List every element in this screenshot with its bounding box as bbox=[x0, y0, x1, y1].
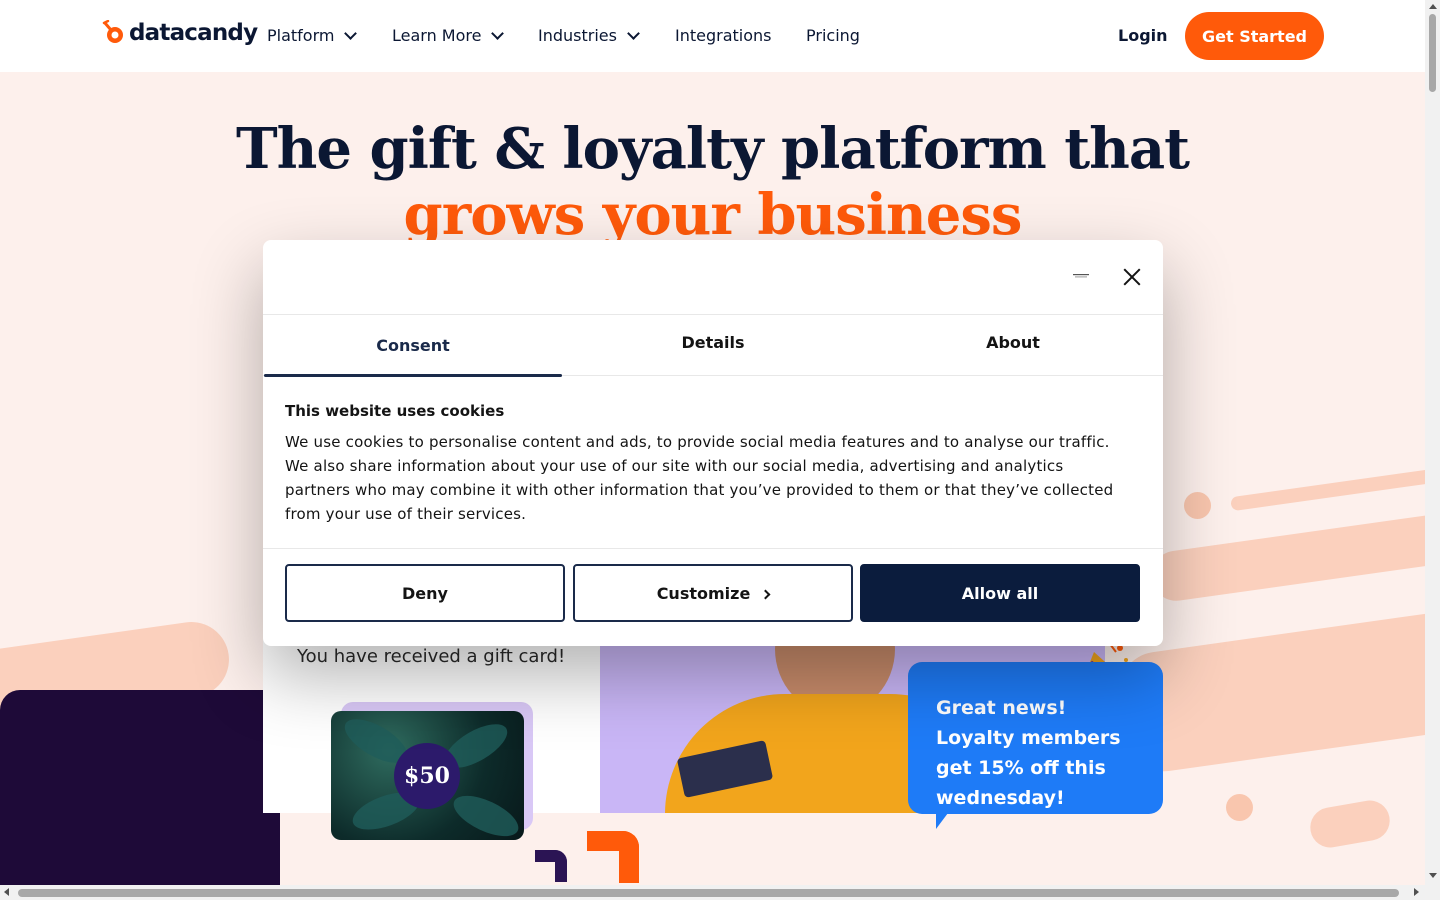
candy-logo-icon bbox=[102, 20, 123, 43]
nav-item-label: Learn More bbox=[392, 26, 482, 45]
brand-name: datacandy bbox=[129, 20, 258, 46]
allow-all-button[interactable]: Allow all bbox=[860, 564, 1140, 622]
nav-item-label: Industries bbox=[538, 26, 617, 45]
tab-label: Consent bbox=[376, 336, 450, 355]
gift-received-text: You have received a gift card! bbox=[297, 646, 566, 667]
vertical-scrollbar[interactable] bbox=[1425, 0, 1440, 885]
active-tab-indicator bbox=[264, 374, 562, 377]
decor-stripe bbox=[1307, 797, 1393, 851]
customize-button-label: Customize bbox=[656, 583, 751, 603]
leaf-shape bbox=[447, 787, 524, 840]
scroll-left-arrow-icon[interactable] bbox=[4, 888, 9, 896]
nav-item-industries[interactable]: Industries bbox=[538, 26, 640, 45]
nav-item-label: Integrations bbox=[675, 26, 772, 45]
loyalty-speech-bubble: Great news! Loyalty members get 15% off … bbox=[908, 662, 1163, 814]
chevron-right-icon bbox=[760, 589, 771, 600]
tab-label: About bbox=[986, 333, 1040, 352]
consent-description: We use cookies to personalise content an… bbox=[285, 433, 1114, 523]
vertical-scroll-thumb[interactable] bbox=[1429, 14, 1436, 92]
decor-stripe bbox=[1148, 509, 1425, 605]
get-started-button[interactable]: Get Started bbox=[1185, 12, 1324, 60]
chevron-down-icon bbox=[344, 26, 358, 40]
hero-title-line-1: The gift & loyalty platform that bbox=[235, 116, 1190, 182]
decor-corner-dark bbox=[535, 850, 567, 882]
horizontal-scroll-thumb[interactable] bbox=[18, 889, 1399, 897]
decor-dot bbox=[1226, 794, 1253, 821]
nav-item-pricing[interactable]: Pricing bbox=[806, 26, 860, 45]
cookiebot-logo-icon bbox=[1073, 274, 1089, 278]
tab-label: Details bbox=[681, 333, 745, 352]
tab-details[interactable]: Details bbox=[563, 315, 863, 376]
login-link[interactable]: Login bbox=[1118, 26, 1168, 45]
decor-stripe bbox=[1230, 466, 1425, 512]
tab-about[interactable]: About bbox=[863, 315, 1163, 376]
scroll-down-arrow-icon[interactable] bbox=[1429, 873, 1437, 878]
nav-item-label: Platform bbox=[267, 26, 335, 45]
deny-button-label: Deny bbox=[402, 583, 448, 603]
gift-amount-badge: $50 bbox=[394, 743, 460, 809]
hero-title-line-2: grows your business bbox=[403, 182, 1023, 248]
consent-title: This website uses cookies bbox=[285, 402, 505, 420]
decor-dot bbox=[1184, 492, 1211, 519]
dialog-divider bbox=[263, 548, 1163, 549]
close-icon[interactable] bbox=[1121, 266, 1143, 288]
chevron-down-icon bbox=[627, 26, 640, 40]
brand-logo[interactable]: datacandy bbox=[101, 20, 258, 46]
decor-corner-orange bbox=[587, 831, 639, 883]
chevron-down-icon bbox=[491, 26, 505, 40]
nav-item-label: Pricing bbox=[806, 26, 860, 45]
dialog-tabs: Consent Details About bbox=[263, 315, 1163, 377]
cookie-consent-dialog: Consent Details About This website uses … bbox=[263, 240, 1163, 646]
nav-item-integrations[interactable]: Integrations bbox=[675, 26, 772, 45]
scroll-up-arrow-icon[interactable] bbox=[1429, 4, 1437, 9]
allow-all-button-label: Allow all bbox=[961, 583, 1039, 603]
customize-button[interactable]: Customize bbox=[573, 564, 853, 622]
nav-item-learn-more[interactable]: Learn More bbox=[392, 26, 505, 45]
tab-consent[interactable]: Consent bbox=[263, 315, 563, 377]
nav-item-platform[interactable]: Platform bbox=[267, 26, 358, 45]
scrollbar-corner bbox=[1425, 885, 1440, 900]
dialog-header bbox=[263, 240, 1163, 315]
deny-button[interactable]: Deny bbox=[285, 564, 565, 622]
scroll-right-arrow-icon[interactable] bbox=[1414, 888, 1419, 896]
decor-dark-shape bbox=[0, 690, 280, 885]
horizontal-scrollbar[interactable] bbox=[0, 885, 1425, 900]
top-navigation: datacandy Platform Learn More Industries… bbox=[0, 0, 1425, 72]
